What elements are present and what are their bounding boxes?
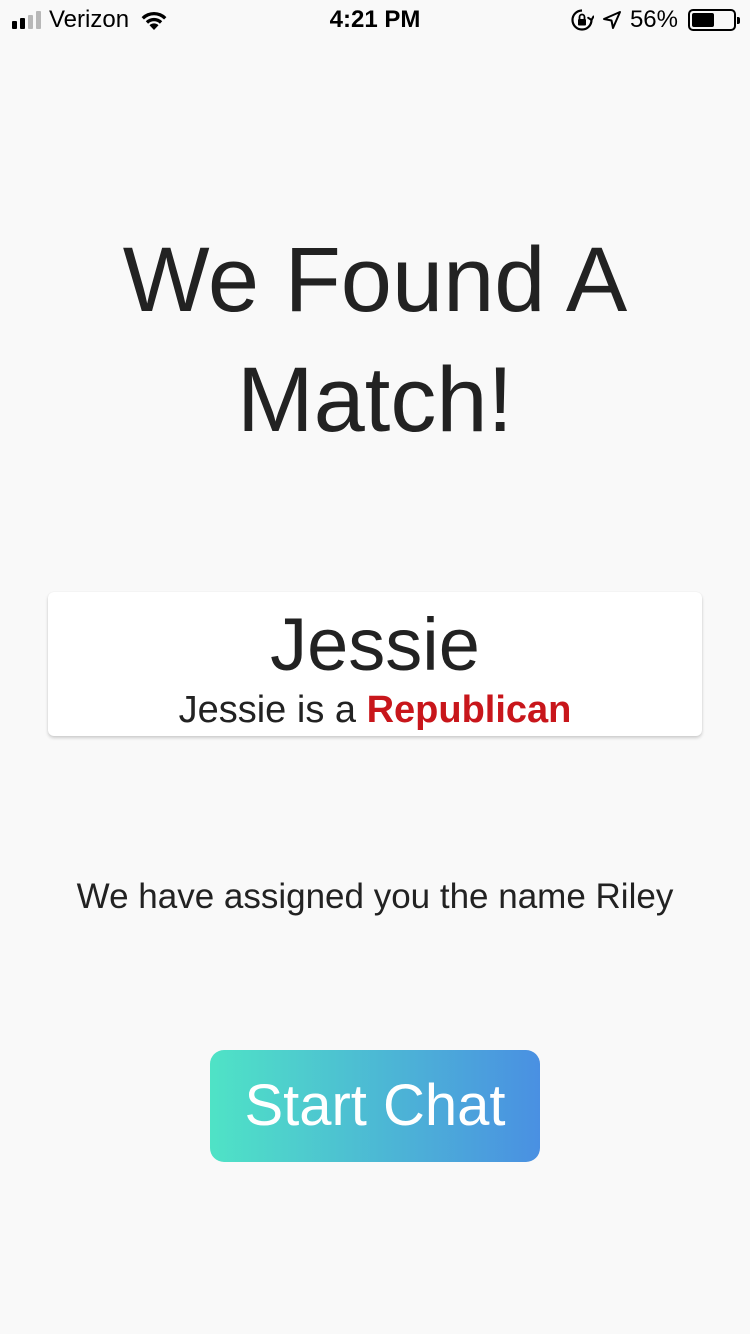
rotation-lock-icon bbox=[571, 9, 594, 31]
start-chat-button[interactable]: Start Chat bbox=[210, 1050, 540, 1162]
match-found-screen: Verizon 4:21 PM 56% We Found A Match! Je… bbox=[0, 0, 750, 1334]
match-name: Jessie bbox=[270, 603, 480, 686]
match-party-prefix: Jessie is a bbox=[178, 689, 367, 731]
status-bar-right: 56% bbox=[570, 6, 740, 34]
status-bar: Verizon 4:21 PM 56% bbox=[0, 0, 750, 40]
battery-fill bbox=[692, 13, 714, 27]
battery-percent: 56% bbox=[629, 6, 678, 33]
assigned-name-text: We have assigned you the name Riley bbox=[76, 877, 674, 916]
match-party: Republican bbox=[366, 689, 572, 731]
match-card: Jessie Jessie is a Republican bbox=[48, 592, 702, 736]
page-title: We Found A Match! bbox=[40, 220, 710, 460]
location-arrow-icon bbox=[602, 11, 621, 29]
match-party-line: Jessie is a Republican bbox=[48, 688, 702, 732]
title-line-1: We Found A bbox=[122, 229, 628, 331]
title-line-2: Match! bbox=[236, 349, 514, 451]
battery-icon bbox=[688, 9, 740, 31]
